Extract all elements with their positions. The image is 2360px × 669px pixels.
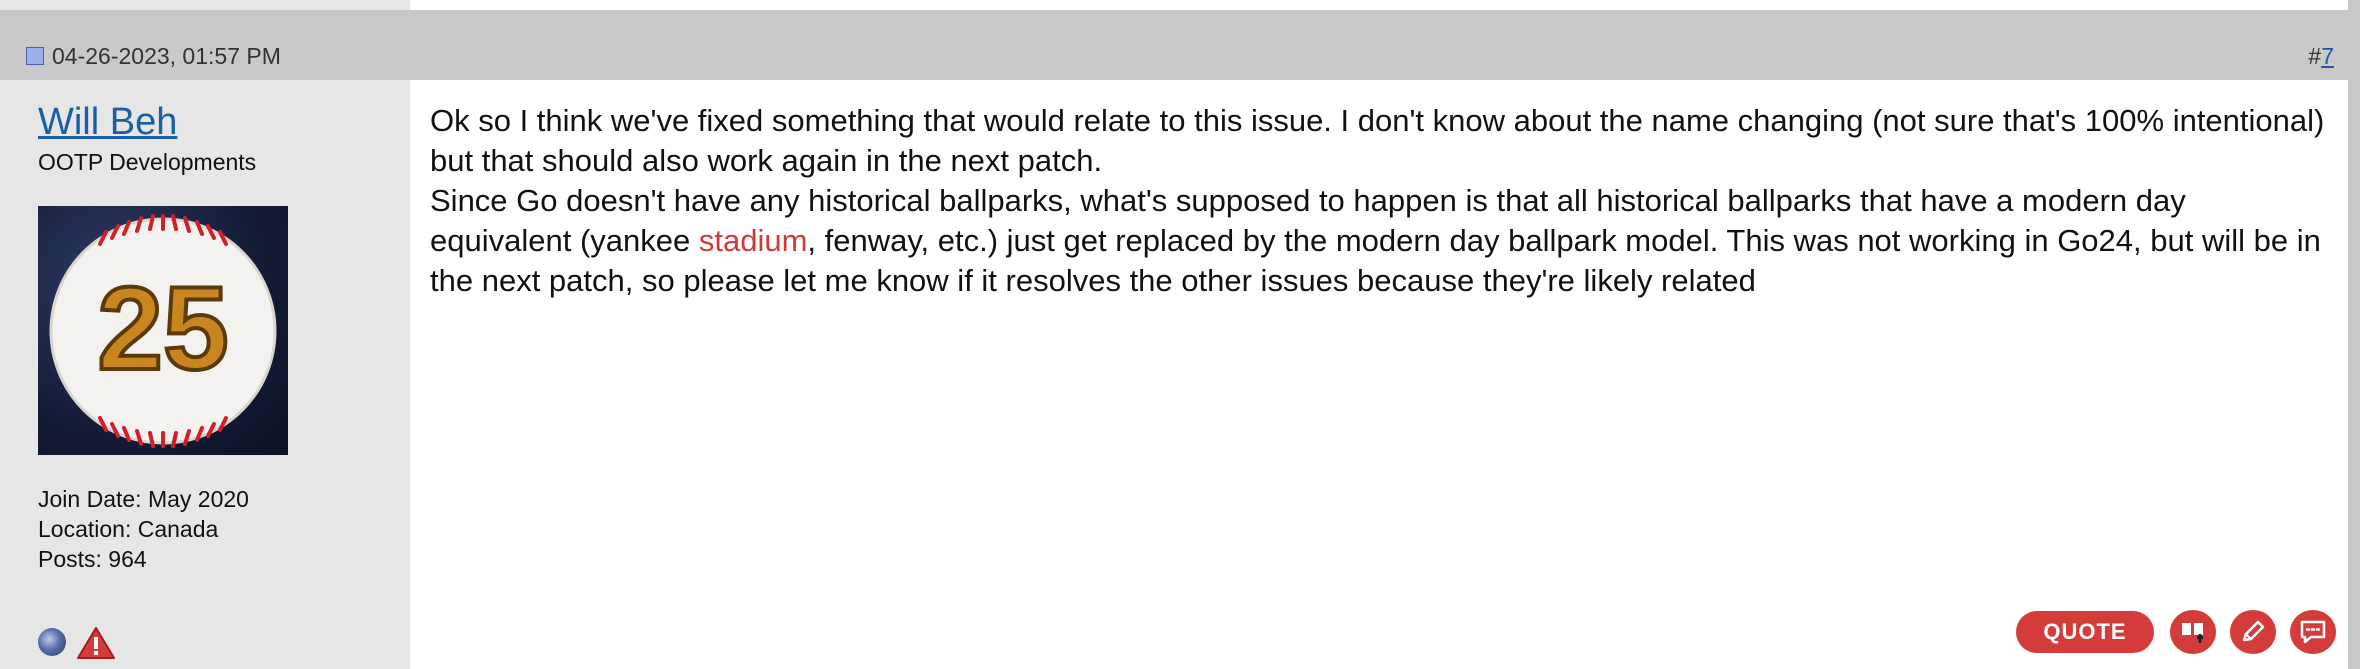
previous-post-body	[410, 0, 2348, 10]
avatar[interactable]: 25	[38, 206, 288, 455]
reply-bubble-icon	[2300, 620, 2326, 644]
user-panel: Will Beh OOTP Developments 25 Join Date:…	[0, 80, 410, 669]
post-permalink[interactable]: 7	[2321, 43, 2334, 69]
message-paragraph-1: Ok so I think we've fixed something that…	[430, 103, 2325, 178]
report-warning-icon[interactable]	[76, 626, 116, 660]
keyword-link[interactable]: stadium	[699, 223, 808, 258]
post-count: Posts: 964	[38, 546, 147, 572]
post-icon	[26, 47, 44, 65]
edit-pencil-icon	[2242, 620, 2265, 642]
multiquote-button[interactable]	[2170, 610, 2216, 654]
post-date: 04-26-2023, 01:57 PM	[52, 43, 281, 69]
message-paragraph-2: Since Go doesn't have any historical bal…	[430, 181, 2330, 301]
edit-button[interactable]	[2230, 610, 2276, 654]
post-header: 04-26-2023, 01:57 PM #7	[0, 34, 2348, 80]
user-meta: Join Date: May 2020 Location: Canada Pos…	[38, 484, 249, 574]
multiquote-icon	[2182, 623, 2203, 643]
post-message: Ok so I think we've fixed something that…	[430, 101, 2330, 301]
reply-button[interactable]	[2290, 610, 2336, 654]
location: Location: Canada	[38, 516, 219, 542]
join-date: Join Date: May 2020	[38, 486, 249, 512]
post-number: #7	[2308, 42, 2334, 70]
previous-post-user-panel	[0, 0, 410, 10]
quote-button[interactable]: QUOTE	[2016, 611, 2154, 653]
previous-post-bottom	[0, 0, 2348, 10]
online-status-icon	[38, 628, 66, 656]
post-number-prefix: #	[2308, 43, 2322, 69]
username-link[interactable]: Will Beh	[38, 100, 177, 144]
post-body: Ok so I think we've fixed something that…	[410, 80, 2348, 669]
avatar-number: 25	[97, 263, 228, 395]
user-title: OOTP Developments	[38, 149, 257, 175]
